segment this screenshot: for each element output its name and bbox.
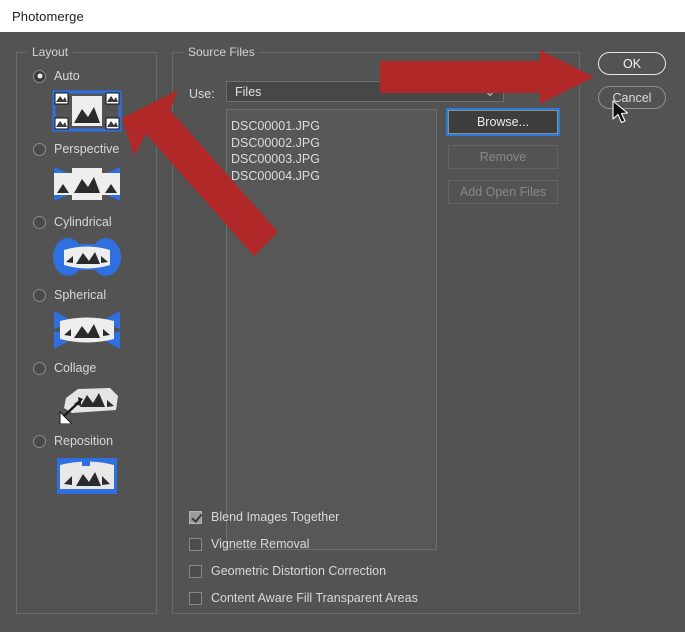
radio-row-auto[interactable]: Auto [33, 69, 80, 83]
checkbox-label-blend-images-together: Blend Images Together [211, 510, 339, 524]
remove-button-label: Remove [480, 150, 527, 164]
browse-button[interactable]: Browse... [448, 110, 558, 134]
radio-row-perspective[interactable]: Perspective [33, 142, 119, 156]
layout-collage-icon[interactable] [52, 382, 122, 424]
radio-spherical[interactable] [33, 289, 46, 302]
window-titlebar: Photomerge [0, 0, 685, 32]
add-open-files-button[interactable]: Add Open Files [448, 180, 558, 204]
use-label: Use: [189, 87, 215, 101]
radio-collage[interactable] [33, 362, 46, 375]
checkbox-label-content-aware-fill-transparent-areas: Content Aware Fill Transparent Areas [211, 591, 418, 605]
radio-row-cylindrical[interactable]: Cylindrical [33, 215, 112, 229]
radio-cylindrical[interactable] [33, 216, 46, 229]
remove-button[interactable]: Remove [448, 145, 558, 169]
photomerge-dialog: Layout Auto Pers [0, 32, 685, 632]
layout-auto-icon[interactable] [52, 90, 122, 132]
layout-reposition-icon[interactable] [52, 455, 122, 497]
source-files-group: Source Files Use: Files DSC00001.JPG DSC… [172, 52, 580, 614]
source-files-group-title: Source Files [183, 45, 260, 59]
radio-row-collage[interactable]: Collage [33, 361, 96, 375]
checkbox-label-geometric-distortion-correction: Geometric Distortion Correction [211, 564, 386, 578]
checkbox-label-vignette-removal: Vignette Removal [211, 537, 309, 551]
layout-cylindrical-icon[interactable] [52, 236, 122, 278]
browse-button-label: Browse... [477, 115, 529, 129]
layout-group-title: Layout [27, 45, 73, 59]
radio-label-spherical: Spherical [54, 288, 106, 302]
layout-perspective-icon[interactable] [52, 163, 122, 205]
mouse-cursor [612, 100, 630, 126]
checkbox-row-blend-images-together[interactable]: Blend Images Together [189, 510, 339, 524]
ok-button-label: OK [623, 57, 641, 71]
ok-button[interactable]: OK [598, 52, 666, 75]
window-title: Photomerge [0, 9, 84, 24]
radio-perspective[interactable] [33, 143, 46, 156]
radio-label-perspective: Perspective [54, 142, 119, 156]
checkbox-row-vignette-removal[interactable]: Vignette Removal [189, 537, 309, 551]
checkbox-blend-images-together[interactable] [189, 511, 202, 524]
cancel-button[interactable]: Cancel [598, 86, 666, 109]
checkbox-vignette-removal[interactable] [189, 538, 202, 551]
radio-reposition[interactable] [33, 435, 46, 448]
source-file-list[interactable]: DSC00001.JPG DSC00002.JPG DSC00003.JPG D… [226, 109, 437, 550]
checkbox-row-content-aware-fill-transparent-areas[interactable]: Content Aware Fill Transparent Areas [189, 591, 418, 605]
checkbox-row-geometric-distortion-correction[interactable]: Geometric Distortion Correction [189, 564, 386, 578]
radio-label-auto: Auto [54, 69, 80, 83]
checkbox-content-aware-fill-transparent-areas[interactable] [189, 592, 202, 605]
radio-label-collage: Collage [54, 361, 96, 375]
list-item[interactable]: DSC00002.JPG [231, 135, 436, 152]
layout-group: Layout Auto Pers [16, 52, 157, 614]
radio-label-reposition: Reposition [54, 434, 113, 448]
checkbox-geometric-distortion-correction[interactable] [189, 565, 202, 578]
chevron-down-icon [483, 81, 497, 95]
radio-row-spherical[interactable]: Spherical [33, 288, 106, 302]
list-item[interactable]: DSC00003.JPG [231, 151, 436, 168]
radio-row-reposition[interactable]: Reposition [33, 434, 113, 448]
list-item[interactable]: DSC00004.JPG [231, 168, 436, 185]
radio-label-cylindrical: Cylindrical [54, 215, 112, 229]
use-select-value: Files [227, 85, 261, 99]
radio-auto[interactable] [33, 70, 46, 83]
add-open-files-button-label: Add Open Files [460, 185, 546, 199]
use-select[interactable]: Files [226, 81, 504, 102]
layout-spherical-icon[interactable] [52, 309, 122, 351]
list-item[interactable]: DSC00001.JPG [231, 118, 436, 135]
